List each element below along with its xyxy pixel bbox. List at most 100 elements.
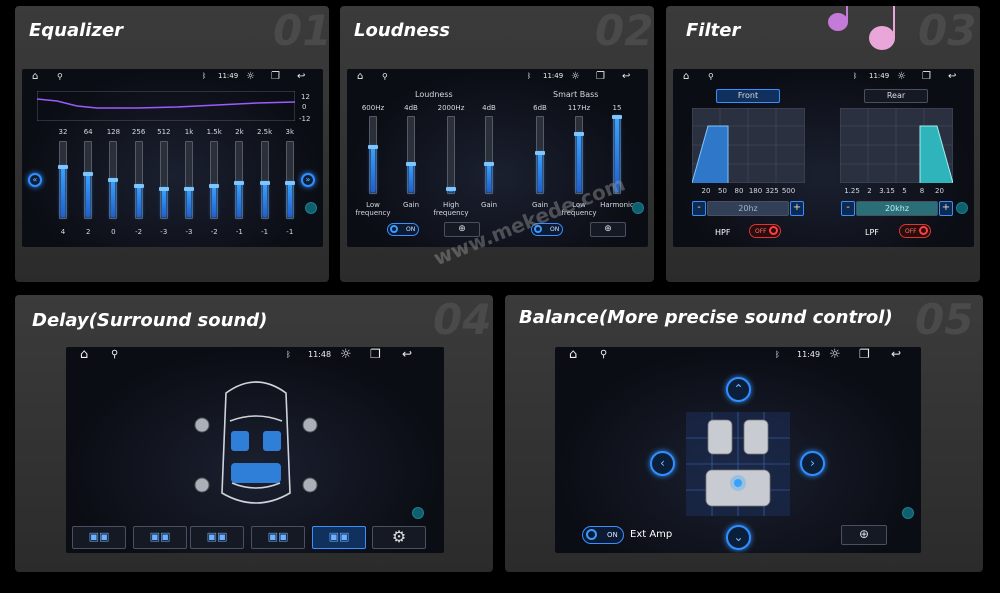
back-icon[interactable]: ↩ <box>402 348 412 360</box>
home-icon[interactable]: ⌂ <box>32 71 38 82</box>
ext-amp-toggle[interactable]: ON <box>582 526 624 544</box>
loudness-slider[interactable] <box>484 116 494 194</box>
loudness-slider[interactable] <box>406 116 416 194</box>
settings-button[interactable]: ⚙ <box>372 526 426 549</box>
eq-slider-knob[interactable] <box>158 187 169 192</box>
delay-preset-button[interactable]: ▣▣ <box>133 526 187 549</box>
loudness-slider-knob[interactable] <box>406 162 416 167</box>
panel-number: 04 <box>433 295 492 344</box>
bluetooth-icon: ᛒ <box>202 72 207 80</box>
loudness-slider-knob[interactable] <box>484 162 494 167</box>
eq-slider[interactable] <box>209 141 220 219</box>
eq-slider-knob[interactable] <box>83 171 94 176</box>
lpf-value-field[interactable]: 20khz <box>856 201 938 216</box>
loudness-top-label: 2000Hz <box>437 104 465 112</box>
eq-slider-knob[interactable] <box>284 181 295 186</box>
eq-slider[interactable] <box>108 141 119 219</box>
loudness-slider-knob[interactable] <box>368 145 378 150</box>
right-arrow-icon[interactable]: › <box>800 451 825 476</box>
hpf-off-toggle[interactable]: OFF <box>749 224 781 238</box>
loudness-slider-knob[interactable] <box>446 187 456 192</box>
tab-rear[interactable]: Rear <box>864 89 928 103</box>
teal-indicator <box>902 507 914 519</box>
hpf-tick-label: 80 <box>734 187 744 195</box>
up-arrow-icon[interactable]: ⌃ <box>726 377 751 402</box>
delay-preset-button[interactable]: ▣▣ <box>72 526 126 549</box>
lpf-off-toggle[interactable]: OFF <box>899 224 931 238</box>
tab-front[interactable]: Front <box>716 89 780 103</box>
eq-band-label: 1.5k <box>206 128 222 136</box>
eq-slider-knob[interactable] <box>259 181 270 186</box>
window-icon[interactable]: ❐ <box>596 71 605 82</box>
brightness-icon[interactable]: ☼ <box>340 348 352 361</box>
home-icon[interactable]: ⌂ <box>569 348 577 361</box>
delay-preset-button[interactable]: ▣▣ <box>312 526 366 549</box>
brightness-icon[interactable]: ☼ <box>897 71 906 82</box>
eq-value-label: -3 <box>185 228 193 236</box>
eq-slider[interactable] <box>259 141 270 219</box>
status-bar: ⌂ ⚲ ᛒ 11:48 ☼ ❐ ↩ <box>66 347 444 363</box>
loudness-top-label: 15 <box>612 104 622 112</box>
brightness-icon[interactable]: ☼ <box>571 71 580 82</box>
next-arrow-icon[interactable]: » <box>301 173 315 187</box>
delay-preset-button[interactable]: ▣▣ <box>251 526 305 549</box>
prev-arrow-icon[interactable]: « <box>28 173 42 187</box>
left-arrow-icon[interactable]: ‹ <box>650 451 675 476</box>
teal-indicator <box>305 202 317 214</box>
balance-target-button[interactable]: ⊕ <box>841 525 887 545</box>
window-icon[interactable]: ❐ <box>271 71 280 82</box>
toggle-label: OFF <box>755 228 767 235</box>
balance-screen: ⌂ ⚲ ᛒ 11:49 ☼ ❐ ↩ ⌃ ⌄ ‹ › ON Ext Amp ⊕ <box>555 347 921 553</box>
eq-slider[interactable] <box>234 141 245 219</box>
eq-value-label: -3 <box>160 228 168 236</box>
loudness-slider-knob[interactable] <box>612 115 622 119</box>
eq-slider[interactable] <box>284 141 295 219</box>
lpf-plus-button[interactable]: + <box>939 201 953 216</box>
eq-slider[interactable] <box>184 141 194 219</box>
hpf-value-field[interactable]: 20hz <box>707 201 789 216</box>
loudness-slider-fill <box>371 146 375 192</box>
back-icon[interactable]: ↩ <box>948 71 956 82</box>
home-icon[interactable]: ⌂ <box>683 71 689 82</box>
delay-preset-button[interactable]: ▣▣ <box>190 526 244 549</box>
loudness-toggle[interactable]: ON <box>387 223 419 236</box>
back-icon[interactable]: ↩ <box>297 71 305 82</box>
loudness-slider-knob[interactable] <box>574 131 584 136</box>
loudness-slider[interactable] <box>574 116 584 194</box>
eq-slider[interactable] <box>133 141 144 219</box>
eq-value-label: -2 <box>210 228 218 236</box>
eq-slider-knob[interactable] <box>58 165 68 170</box>
loudness-slider[interactable] <box>368 116 378 194</box>
window-icon[interactable]: ❐ <box>922 71 931 82</box>
loudness-slider-knob[interactable] <box>535 151 545 156</box>
eq-slider-knob[interactable] <box>108 178 119 182</box>
eq-slider-knob[interactable] <box>234 181 245 186</box>
eq-value-label: -1 <box>235 228 243 236</box>
hpf-plus-button[interactable]: + <box>790 201 804 216</box>
down-arrow-icon[interactable]: ⌄ <box>726 525 751 550</box>
brightness-icon[interactable]: ☼ <box>829 348 841 361</box>
back-icon[interactable]: ↩ <box>622 71 630 82</box>
eq-slider[interactable] <box>58 141 68 219</box>
eq-slider[interactable] <box>158 141 169 219</box>
balance-panel: Balance(More precise sound control) 05 ⌂… <box>505 295 983 572</box>
window-icon[interactable]: ❐ <box>370 348 381 360</box>
hpf-minus-button[interactable]: - <box>692 201 706 216</box>
eq-value-label: -1 <box>261 228 269 236</box>
eq-slider[interactable] <box>83 141 94 219</box>
eq-slider-knob[interactable] <box>133 184 144 189</box>
loudness-slider[interactable] <box>446 116 456 194</box>
home-icon[interactable]: ⌂ <box>357 71 363 82</box>
panel-title: Delay(Surround sound) <box>32 310 268 331</box>
home-icon[interactable]: ⌂ <box>80 348 88 361</box>
status-time: 11:48 <box>308 350 332 359</box>
eq-slider-knob[interactable] <box>209 184 220 189</box>
eq-slider-knob[interactable] <box>184 187 194 192</box>
loudness-slider[interactable] <box>535 116 545 194</box>
window-icon[interactable]: ❐ <box>859 348 870 360</box>
back-icon[interactable]: ↩ <box>891 348 901 360</box>
brightness-icon[interactable]: ☼ <box>246 71 255 82</box>
lpf-minus-button[interactable]: - <box>841 201 855 216</box>
panel-title: Equalizer <box>29 20 124 41</box>
smart-bass-target-button[interactable]: ⊕ <box>590 222 626 237</box>
